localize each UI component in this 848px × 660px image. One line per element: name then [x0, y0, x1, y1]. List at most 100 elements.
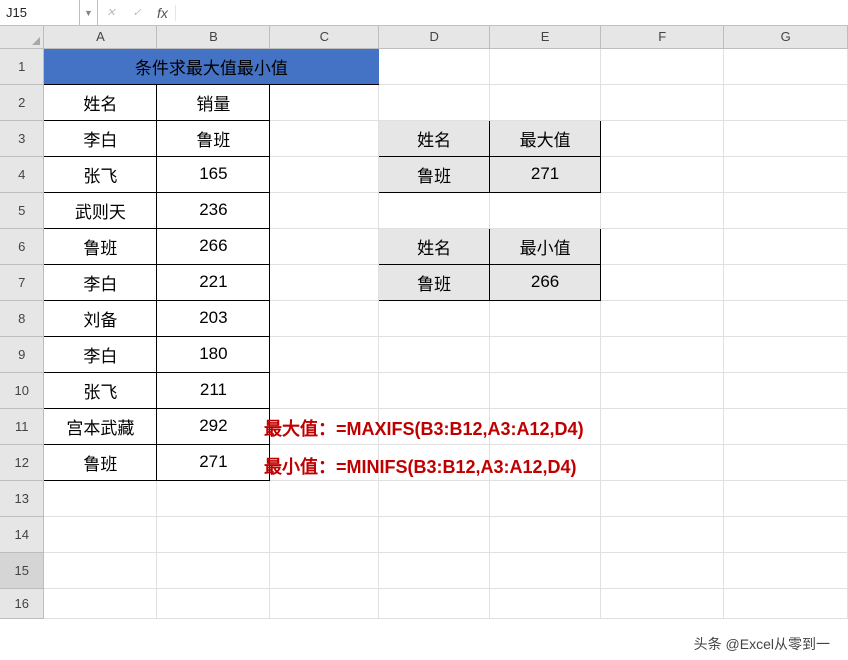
cell-G11[interactable] [724, 408, 848, 444]
cell-C3[interactable] [270, 120, 379, 156]
cell-G10[interactable] [724, 372, 848, 408]
col-header-F[interactable]: F [601, 26, 724, 48]
row-header-1[interactable]: 1 [0, 48, 44, 84]
cell-D1[interactable] [379, 48, 490, 84]
row-header-14[interactable]: 14 [0, 516, 44, 552]
cell-B11[interactable]: 292 [157, 408, 270, 444]
row-header-5[interactable]: 5 [0, 192, 44, 228]
cell-F9[interactable] [601, 336, 724, 372]
formula-input[interactable] [176, 0, 848, 25]
cell-C16[interactable] [270, 588, 379, 618]
cell-F4[interactable] [601, 156, 724, 192]
cell-B5[interactable]: 236 [157, 192, 270, 228]
cell-D10[interactable] [379, 372, 490, 408]
cell-F8[interactable] [601, 300, 724, 336]
cell-D8[interactable] [379, 300, 490, 336]
cell-D4[interactable]: 鲁班 [379, 156, 490, 192]
cell-G6[interactable] [724, 228, 848, 264]
cell-A14[interactable] [44, 516, 157, 552]
cell-G8[interactable] [724, 300, 848, 336]
col-header-A[interactable]: A [44, 26, 157, 48]
col-header-E[interactable]: E [490, 26, 601, 48]
row-header-7[interactable]: 7 [0, 264, 44, 300]
row-header-15[interactable]: 15 [0, 552, 44, 588]
select-all-corner[interactable] [0, 26, 44, 48]
cell-A15[interactable] [44, 552, 157, 588]
row-header-2[interactable]: 2 [0, 84, 44, 120]
cell-F1[interactable] [601, 48, 724, 84]
cell-C10[interactable] [270, 372, 379, 408]
cell-D9[interactable] [379, 336, 490, 372]
cell-D7[interactable]: 鲁班 [379, 264, 490, 300]
col-header-B[interactable]: B [157, 26, 270, 48]
cell-D13[interactable] [379, 480, 490, 516]
cell-G12[interactable] [724, 444, 848, 480]
cell-F14[interactable] [601, 516, 724, 552]
cell-G14[interactable] [724, 516, 848, 552]
cell-E13[interactable] [490, 480, 601, 516]
cell-A12[interactable]: 鲁班 [44, 444, 157, 480]
cell-B14[interactable] [157, 516, 270, 552]
grid[interactable]: A B C D E F G 1 条件求最大值最小值 2 姓名 销 [0, 26, 848, 660]
cell-G15[interactable] [724, 552, 848, 588]
cell-D3[interactable]: 姓名 [379, 120, 490, 156]
cell-G5[interactable] [724, 192, 848, 228]
cell-B13[interactable] [157, 480, 270, 516]
cell-C15[interactable] [270, 552, 379, 588]
row-header-4[interactable]: 4 [0, 156, 44, 192]
fx-icon[interactable]: fx [150, 5, 176, 21]
row-header-9[interactable]: 9 [0, 336, 44, 372]
cell-G2[interactable] [724, 84, 848, 120]
cell-F16[interactable] [601, 588, 724, 618]
cell-E5[interactable] [490, 192, 601, 228]
cell-A9[interactable]: 李白 [44, 336, 157, 372]
cell-E9[interactable] [490, 336, 601, 372]
cell-B16[interactable] [157, 588, 270, 618]
cell-D14[interactable] [379, 516, 490, 552]
cell-C7[interactable] [270, 264, 379, 300]
cell-E16[interactable] [490, 588, 601, 618]
cell-G1[interactable] [724, 48, 848, 84]
row-header-10[interactable]: 10 [0, 372, 44, 408]
row-header-16[interactable]: 16 [0, 588, 44, 618]
row-header-12[interactable]: 12 [0, 444, 44, 480]
cell-E14[interactable] [490, 516, 601, 552]
cell-C8[interactable] [270, 300, 379, 336]
cell-A8[interactable]: 刘备 [44, 300, 157, 336]
cell-G9[interactable] [724, 336, 848, 372]
cell-E1[interactable] [490, 48, 601, 84]
cell-F10[interactable] [601, 372, 724, 408]
cell-A7[interactable]: 李白 [44, 264, 157, 300]
cell-F2[interactable] [601, 84, 724, 120]
col-header-D[interactable]: D [379, 26, 490, 48]
cell-A11[interactable]: 宫本武藏 [44, 408, 157, 444]
cell-A13[interactable] [44, 480, 157, 516]
cell-F15[interactable] [601, 552, 724, 588]
cell-E3[interactable]: 最大值 [490, 120, 601, 156]
row-header-8[interactable]: 8 [0, 300, 44, 336]
cell-G4[interactable] [724, 156, 848, 192]
cell-C11[interactable] [270, 408, 379, 444]
cell-E10[interactable] [490, 372, 601, 408]
row-header-13[interactable]: 13 [0, 480, 44, 516]
cell-E2[interactable] [490, 84, 601, 120]
cell-C2[interactable] [270, 84, 379, 120]
cell-B3[interactable]: 鲁班 [157, 120, 270, 156]
cell-A6[interactable]: 鲁班 [44, 228, 157, 264]
cell-C13[interactable] [270, 480, 379, 516]
cell-F11[interactable] [601, 408, 724, 444]
cell-D16[interactable] [379, 588, 490, 618]
cell-E15[interactable] [490, 552, 601, 588]
cell-E11[interactable] [490, 408, 601, 444]
title-cell[interactable]: 条件求最大值最小值 [44, 48, 379, 84]
name-box[interactable]: J15 [0, 0, 80, 25]
cell-B12[interactable]: 271 [157, 444, 270, 480]
cell-A16[interactable] [44, 588, 157, 618]
cell-C14[interactable] [270, 516, 379, 552]
cell-F6[interactable] [601, 228, 724, 264]
cell-E12[interactable] [490, 444, 601, 480]
cell-D5[interactable] [379, 192, 490, 228]
cell-A5[interactable]: 武则天 [44, 192, 157, 228]
cell-C5[interactable] [270, 192, 379, 228]
cell-B6[interactable]: 266 [157, 228, 270, 264]
